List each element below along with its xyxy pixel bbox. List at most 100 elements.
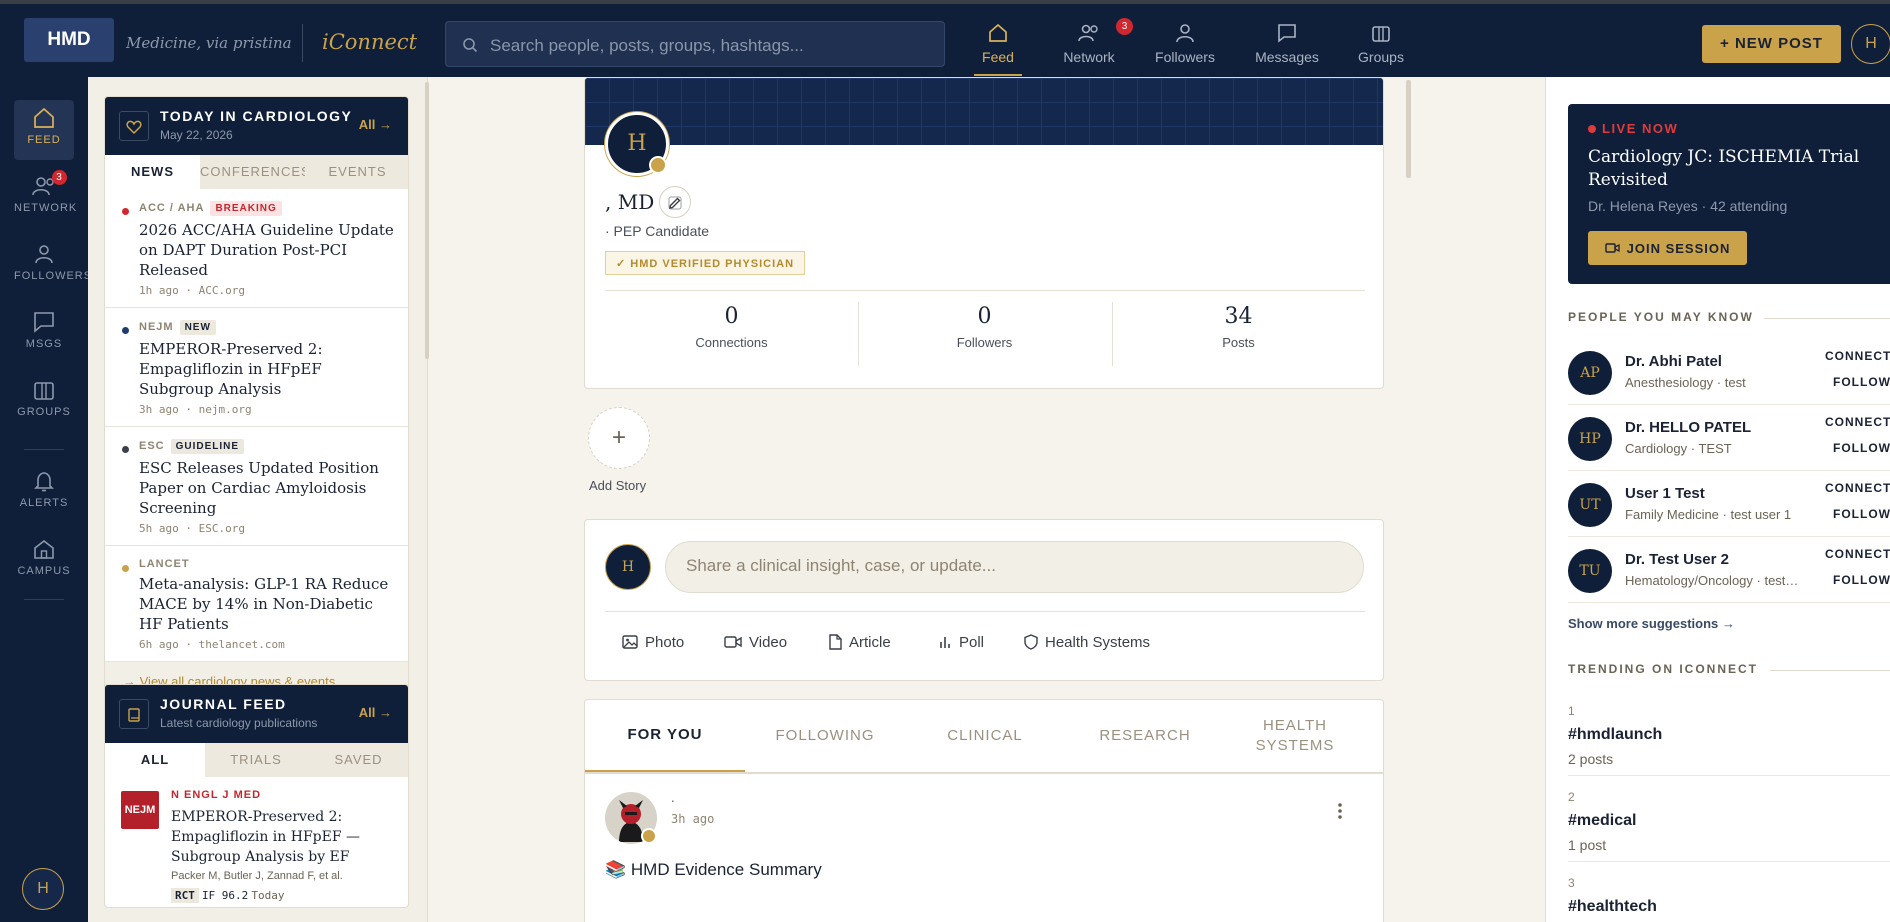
user-avatar[interactable]: H [1851, 24, 1890, 64]
journal-item[interactable]: NEJM N ENGL J MED EMPEROR-Preserved 2: E… [105, 777, 408, 907]
news-item[interactable]: ACC / AHA BREAKING 2026 ACC/AHA Guideline … [105, 189, 408, 308]
follow-button[interactable]: FOLLOW [1833, 441, 1890, 455]
verified-physician-badge: ✓ HMD VERIFIED PHYSICIAN [605, 251, 806, 275]
news-item[interactable]: LANCET Meta-analysis: GLP-1 RA Reduce MAC… [105, 546, 408, 662]
live-session-card: LIVE NOW Cardiology JC: ISCHEMIA Trial R… [1568, 104, 1890, 284]
tab-clinical[interactable]: CLINICAL [905, 700, 1065, 772]
follow-button[interactable]: FOLLOW [1833, 507, 1890, 521]
add-story-button[interactable]: + [588, 407, 650, 469]
tab-for-you[interactable]: FOR YOU [585, 700, 745, 772]
rail-alerts[interactable]: ALERTS [14, 463, 74, 523]
post-author-name[interactable]: . [671, 790, 675, 805]
new-post-label: NEW POST [1734, 35, 1823, 52]
news-tag-badge: BREAKING [210, 201, 282, 216]
news-meta: 6h ago · thelancet.com [139, 638, 285, 651]
rail-divider [24, 599, 64, 600]
tab-trials[interactable]: TRIALS [205, 743, 307, 777]
follow-button[interactable]: FOLLOW [1833, 573, 1890, 587]
avatar: TU [1568, 549, 1612, 593]
connect-button[interactable]: CONNECT [1825, 481, 1890, 495]
stat-followers[interactable]: 0 Followers [858, 304, 1111, 350]
new-post-button[interactable]: + NEW POST [1702, 25, 1841, 63]
person-name: Dr. Abhi Patel [1625, 353, 1722, 370]
rail-alerts-label: ALERTS [19, 497, 69, 509]
join-session-button[interactable]: JOIN SESSION [1588, 231, 1747, 265]
rail-campus[interactable]: CAMPUS [14, 531, 74, 591]
connect-button[interactable]: CONNECT [1825, 349, 1890, 363]
trending-item[interactable]: 2 #medical 1 post [1568, 782, 1890, 862]
show-more-suggestions-link[interactable]: Show more suggestions → [1568, 616, 1735, 631]
profile-subtitle: · PEP Candidate [605, 223, 710, 239]
tab-events[interactable]: EVENTS [305, 155, 408, 189]
add-story-label: Add Story [589, 478, 647, 493]
nav-network[interactable]: 3 Network [1058, 18, 1133, 76]
health-systems-button[interactable]: Health Systems [1023, 630, 1150, 654]
article-button[interactable]: Article [827, 630, 891, 654]
stat-posts[interactable]: 34 Posts [1112, 304, 1365, 350]
news-meta: 1h ago · ACC.org [139, 284, 245, 297]
rail-feed[interactable]: FEED [14, 100, 74, 160]
edit-icon [668, 196, 682, 210]
health-systems-label: Health Systems [1045, 633, 1151, 651]
rail-followers[interactable]: FOLLOWERS [14, 236, 91, 296]
video-button[interactable]: Video [723, 630, 787, 654]
tab-health-systems[interactable]: HEALTH SYSTEMS [1245, 700, 1345, 772]
rail-messages[interactable]: MSGS [14, 304, 74, 364]
suggestion-item[interactable]: UT User 1 Test Family Medicine · test us… [1568, 471, 1890, 537]
tagline: Medicine, via pristina [126, 34, 292, 52]
connect-button[interactable]: CONNECT [1825, 415, 1890, 429]
today-all-link[interactable]: All → [359, 117, 392, 132]
suggestion-item[interactable]: AP Dr. Abhi Patel Anesthesiology · test … [1568, 339, 1890, 405]
stat-connections[interactable]: 0 Connections [605, 304, 858, 350]
tab-all[interactable]: ALL [105, 743, 205, 777]
tab-following[interactable]: FOLLOWING [745, 700, 905, 772]
news-item[interactable]: NEJM NEW EMPEROR-Preserved 2: Empagliflozi… [105, 308, 408, 427]
groups-icon [1372, 26, 1390, 42]
post-timestamp: 3h ago [671, 812, 715, 826]
news-source-label: NEJM [139, 321, 174, 333]
tab-research[interactable]: RESEARCH [1065, 700, 1225, 772]
message-icon [34, 312, 54, 333]
rail-user-avatar[interactable]: H [22, 868, 64, 910]
composer-input[interactable]: Share a clinical insight, case, or updat… [665, 541, 1364, 593]
search-input[interactable]: Search people, posts, groups, hashtags..… [445, 21, 945, 67]
tab-saved[interactable]: SAVED [307, 743, 408, 777]
nav-groups[interactable]: Groups [1356, 18, 1406, 76]
news-meta: 5h ago · ESC.org [139, 522, 245, 535]
center-scrollbar[interactable] [1406, 80, 1411, 178]
nav-followers[interactable]: Followers [1152, 18, 1218, 76]
news-dot-icon [122, 327, 129, 334]
person-specialty: Hematology/Oncology · test user 2 [1625, 573, 1800, 588]
more-options-button[interactable] [1337, 802, 1343, 820]
rail-groups[interactable]: GROUPS [14, 372, 74, 432]
news-tag-badge: GUIDELINE [170, 439, 245, 454]
trending-hashtag: #hmdlaunch [1568, 726, 1663, 743]
poll-button[interactable]: Poll [937, 630, 984, 654]
search-placeholder: Search people, posts, groups, hashtags..… [490, 36, 804, 55]
trending-item[interactable]: 3 #healthtech [1568, 868, 1890, 922]
journal-card-title: JOURNAL FEED [160, 696, 287, 712]
trending-item[interactable]: 1 #hmdlaunch 2 posts [1568, 696, 1890, 776]
news-source: ESC GUIDELINE [139, 439, 394, 454]
nav-feed[interactable]: Feed [974, 18, 1022, 76]
hmd-logo[interactable]: HMD [24, 18, 114, 62]
suggestion-item[interactable]: TU Dr. Test User 2 Hematology/Oncology ·… [1568, 537, 1890, 603]
photo-button[interactable]: Photo [621, 630, 684, 654]
rail-network[interactable]: 3 NETWORK [14, 168, 76, 228]
journal-impact: IF 96.2 [201, 889, 249, 902]
today-tabs: NEWS CONFERENCES EVENTS [105, 155, 408, 189]
today-card-header: TODAY IN CARDIOLOGY May 22, 2026 All → [105, 97, 408, 155]
journal-all-link[interactable]: All → [359, 705, 392, 720]
suggestion-item[interactable]: HP Dr. HELLO PATEL Cardiology · TEST CON… [1568, 405, 1890, 471]
news-item[interactable]: ESC GUIDELINE ESC Releases Updated Positio… [105, 427, 408, 546]
tab-conferences[interactable]: CONFERENCES [200, 155, 310, 189]
connect-button[interactable]: CONNECT [1825, 547, 1890, 561]
nav-messages[interactable]: Messages [1252, 18, 1322, 76]
follow-button[interactable]: FOLLOW [1833, 375, 1890, 389]
edit-profile-button[interactable] [659, 186, 691, 218]
left-scrollbar[interactable] [425, 82, 429, 359]
trending-rank: 3 [1568, 876, 1575, 890]
person-specialty: Family Medicine · test user 1 [1625, 507, 1792, 522]
poll-label: Poll [959, 633, 985, 651]
tab-news[interactable]: NEWS [105, 155, 200, 189]
